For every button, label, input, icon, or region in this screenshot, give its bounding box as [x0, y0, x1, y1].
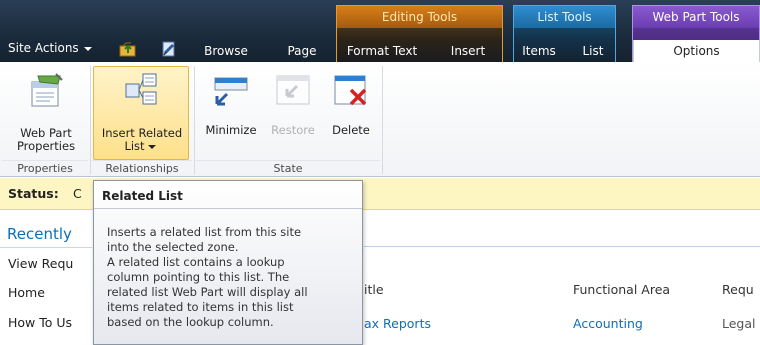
minimize-icon — [213, 76, 249, 108]
group-divider — [90, 66, 91, 174]
chevron-down-icon — [147, 144, 156, 149]
insert-related-label-line2: List — [94, 140, 186, 153]
tab-list[interactable]: List — [572, 40, 614, 62]
tooltip-line: based on the lookup column. — [107, 315, 274, 329]
tab-page[interactable]: Page — [277, 40, 327, 62]
tooltip-line: column pointing to this list. The — [107, 270, 290, 284]
editing-tools-title: Editing Tools — [337, 6, 502, 28]
tooltip-title: Related List — [102, 189, 183, 203]
properties-icon — [28, 72, 64, 108]
group-label-properties: Properties — [2, 160, 88, 177]
tooltip-line: items related to items in this list — [107, 300, 294, 314]
nav-item[interactable]: Home — [8, 285, 45, 300]
row-title-link[interactable]: ax Reports — [364, 316, 431, 331]
related-list-icon — [123, 72, 159, 108]
status-label: Status: — [8, 186, 59, 201]
tooltip-line: related list Web Part will display all — [107, 285, 308, 299]
ribbon-panel: Web Part Properties Insert Related List … — [0, 62, 760, 177]
nav-item[interactable]: How To Us — [8, 315, 72, 330]
tooltip-line: into the selected zone. — [107, 240, 239, 254]
insert-related-list-button[interactable]: Insert Related List — [93, 66, 189, 160]
edit-page-icon[interactable] — [160, 40, 178, 58]
group-label-state: State — [196, 160, 380, 177]
column-header-title[interactable]: itle — [364, 282, 384, 297]
list-tools-title: List Tools — [514, 6, 615, 28]
column-header-requester[interactable]: Requ — [722, 282, 754, 297]
tab-items[interactable]: Items — [514, 40, 564, 62]
chevron-down-icon — [83, 46, 92, 51]
status-value: C — [73, 186, 82, 201]
web-part-properties-button[interactable]: Web Part Properties — [4, 66, 88, 160]
tab-format-text[interactable]: Format Text — [337, 40, 427, 62]
navigate-up-icon[interactable] — [119, 40, 137, 58]
quick-launch-heading[interactable]: Recently — [7, 225, 72, 243]
delete-label: Delete — [332, 123, 370, 137]
divider — [0, 247, 92, 248]
row-area-link[interactable]: Accounting — [573, 316, 643, 331]
delete-icon — [333, 74, 369, 108]
insert-related-list-word: List — [124, 139, 145, 153]
delete-button[interactable]: Delete — [324, 66, 378, 160]
web-part-tools-title: Web Part Tools — [633, 6, 759, 28]
web-part-properties-label: Web Part Properties — [16, 126, 76, 153]
row-requester: Legal — [722, 316, 756, 331]
tooltip-line: A related list contains a lookup — [107, 255, 285, 269]
related-list-tooltip: Related List Inserts a related list from… — [93, 180, 363, 345]
site-actions-label: Site Actions — [8, 41, 79, 55]
tab-options[interactable]: Options — [633, 40, 760, 62]
list-top-border — [364, 246, 760, 247]
tooltip-line: Inserts a related list from this site — [107, 225, 302, 239]
tab-browse[interactable]: Browse — [197, 40, 255, 62]
group-divider — [194, 66, 195, 174]
site-actions-menu[interactable]: Site Actions — [8, 37, 92, 59]
minimize-button[interactable]: Minimize — [200, 66, 262, 160]
column-header-functional-area[interactable]: Functional Area — [573, 282, 670, 297]
group-label-relationships: Relationships — [92, 160, 192, 177]
restore-button[interactable]: Restore — [264, 66, 322, 160]
minimize-label: Minimize — [205, 123, 257, 137]
tooltip-divider — [94, 208, 362, 209]
group-divider — [382, 66, 383, 174]
restore-icon — [275, 74, 311, 108]
tooltip-body: Inserts a related list from this site in… — [107, 225, 359, 330]
restore-label: Restore — [271, 123, 315, 137]
nav-item[interactable]: View Requ — [8, 256, 73, 271]
tab-insert[interactable]: Insert — [435, 40, 501, 62]
